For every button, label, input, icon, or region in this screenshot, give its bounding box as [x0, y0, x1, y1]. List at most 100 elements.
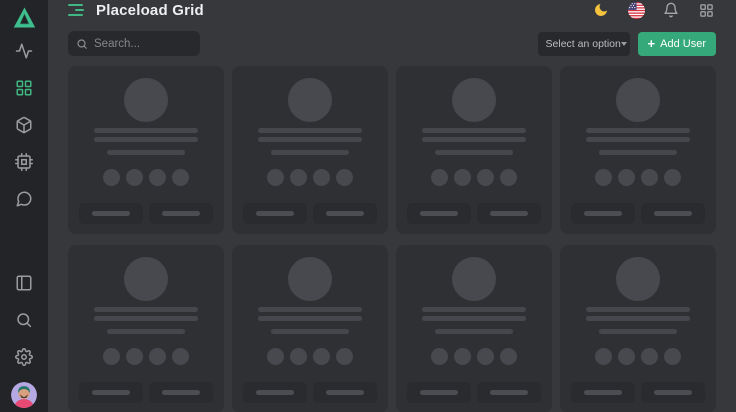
button-label-placeholder	[490, 390, 528, 395]
dot-placeholder	[290, 348, 307, 365]
text-line-placeholder	[422, 128, 526, 133]
placeholder-card	[560, 66, 716, 234]
placeholder-button[interactable]	[641, 203, 705, 224]
dot-placeholder	[664, 169, 681, 186]
avatar-placeholder	[616, 78, 660, 122]
text-line-placeholder	[586, 137, 690, 142]
placeholder-card	[396, 66, 552, 234]
button-label-placeholder	[326, 211, 364, 216]
button-label-placeholder	[162, 390, 200, 395]
placeholder-button[interactable]	[313, 382, 377, 403]
notifications-button[interactable]	[661, 0, 681, 20]
text-line-placeholder	[586, 316, 690, 321]
dot-placeholder	[103, 348, 120, 365]
placeholder-button[interactable]	[407, 382, 471, 403]
text-line-placeholder	[599, 150, 677, 155]
text-line-placeholder	[422, 137, 526, 142]
icon-sidebar	[0, 0, 48, 412]
button-placeholders	[79, 203, 213, 224]
sidebar-item-grid[interactable]	[12, 76, 36, 100]
placeholder-card	[68, 66, 224, 234]
text-line-placeholders	[422, 128, 526, 155]
filter-select[interactable]: Select an option	[538, 32, 630, 56]
dot-placeholder	[126, 169, 143, 186]
avatar-placeholder	[124, 257, 168, 301]
placeholder-button[interactable]	[571, 382, 635, 403]
add-user-button[interactable]: + Add User	[638, 32, 716, 56]
text-line-placeholder	[422, 307, 526, 312]
text-line-placeholders	[94, 307, 198, 334]
text-line-placeholder	[586, 307, 690, 312]
placeholder-button[interactable]	[571, 203, 635, 224]
chat-icon	[15, 190, 33, 208]
dot-placeholder	[618, 169, 635, 186]
app-logo[interactable]	[12, 0, 37, 34]
filter-select-value: Select an option	[546, 38, 621, 50]
search-icon	[15, 311, 33, 329]
dot-placeholder	[172, 169, 189, 186]
text-line-placeholders	[422, 307, 526, 334]
sidebar-item-panels[interactable]	[12, 271, 36, 295]
dot-placeholders	[103, 348, 189, 365]
placeholder-button[interactable]	[149, 203, 213, 224]
add-user-label: Add User	[660, 38, 706, 50]
grid-icon	[699, 3, 714, 18]
placeholder-card	[560, 245, 716, 412]
button-label-placeholder	[92, 390, 130, 395]
sidebar-item-system[interactable]	[12, 150, 36, 174]
toolbar: Select an option + Add User	[48, 31, 736, 56]
placeholder-button[interactable]	[243, 203, 307, 224]
text-line-placeholders	[94, 128, 198, 155]
button-placeholders	[571, 382, 705, 403]
sidebar-item-settings[interactable]	[12, 345, 36, 369]
menu-toggle-button[interactable]	[68, 4, 84, 16]
us-flag-icon	[628, 2, 645, 19]
search-input[interactable]	[94, 38, 192, 50]
placeholder-card	[232, 245, 388, 412]
placeholder-button[interactable]	[243, 382, 307, 403]
user-avatar[interactable]	[11, 382, 37, 408]
sidebar-item-activity[interactable]	[12, 39, 36, 63]
placeholder-button[interactable]	[407, 203, 471, 224]
dot-placeholder	[477, 348, 494, 365]
text-line-placeholder	[94, 137, 198, 142]
dot-placeholders	[431, 348, 517, 365]
dot-placeholder	[336, 169, 353, 186]
dot-placeholder	[618, 348, 635, 365]
text-line-placeholder	[258, 307, 362, 312]
sidebar-item-messages[interactable]	[12, 187, 36, 211]
dot-placeholder	[595, 348, 612, 365]
placeholder-button[interactable]	[641, 382, 705, 403]
button-placeholders	[407, 203, 541, 224]
sidebar-item-components[interactable]	[12, 113, 36, 137]
toolbar-right: Select an option + Add User	[538, 32, 716, 56]
text-line-placeholders	[586, 128, 690, 155]
sidebar-item-search[interactable]	[12, 308, 36, 332]
box-icon	[15, 116, 33, 134]
placeholder-button[interactable]	[477, 203, 541, 224]
dot-placeholder	[313, 169, 330, 186]
placeholder-button[interactable]	[149, 382, 213, 403]
placeholder-button[interactable]	[79, 382, 143, 403]
text-line-placeholder	[258, 137, 362, 142]
button-label-placeholder	[92, 211, 130, 216]
theme-toggle-button[interactable]	[591, 0, 611, 20]
text-line-placeholder	[586, 128, 690, 133]
placeholder-button[interactable]	[313, 203, 377, 224]
dot-placeholder	[454, 169, 471, 186]
text-line-placeholder	[107, 329, 185, 334]
dot-placeholder	[500, 169, 517, 186]
button-label-placeholder	[326, 390, 364, 395]
text-line-placeholder	[435, 329, 513, 334]
avatar-placeholder	[452, 257, 496, 301]
placeholder-button[interactable]	[79, 203, 143, 224]
text-line-placeholder	[599, 329, 677, 334]
apps-grid-button[interactable]	[696, 0, 716, 20]
plus-icon: +	[648, 37, 656, 50]
text-line-placeholder	[422, 316, 526, 321]
placeholder-button[interactable]	[477, 382, 541, 403]
language-flag-button[interactable]	[626, 0, 646, 20]
avatar-placeholder	[616, 257, 660, 301]
button-placeholders	[571, 203, 705, 224]
text-line-placeholder	[258, 316, 362, 321]
